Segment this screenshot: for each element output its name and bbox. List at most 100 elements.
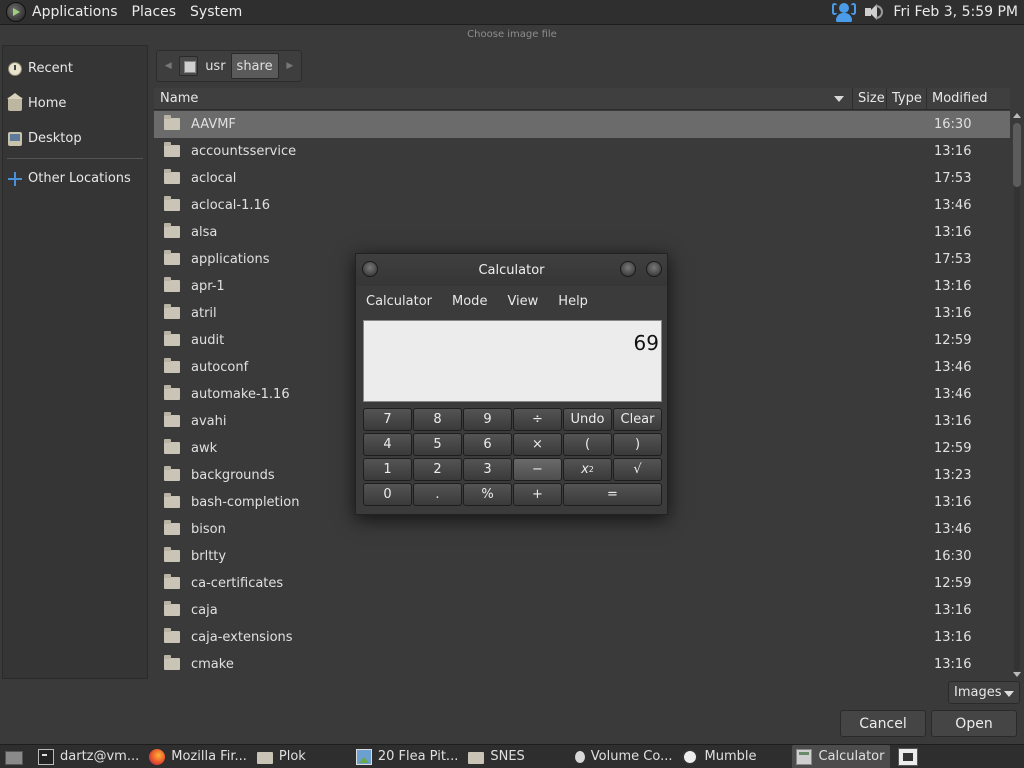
key-power[interactable]: x2 <box>563 458 612 481</box>
sidebar-item-recent[interactable]: Recent <box>3 51 147 86</box>
table-row[interactable]: AAVMF 16:30 <box>154 111 1010 138</box>
sidebar-item-desktop[interactable]: Desktop <box>3 121 147 156</box>
task-plok[interactable]: Plok <box>253 745 312 768</box>
top-panel-tray: Fri Feb 3, 5:59 PM <box>832 1 1024 23</box>
table-row[interactable]: cmake 13:16 <box>154 651 1010 678</box>
table-row[interactable]: ca-certificates 12:59 <box>154 570 1010 597</box>
calculator-window: Calculator Calculator Mode View Help 69 … <box>355 253 668 515</box>
key-square-root[interactable]: √ <box>613 458 662 481</box>
task-image-viewer[interactable]: 20 Flea Pit... <box>352 745 465 768</box>
folder-icon <box>164 493 180 508</box>
file-modified: 13:16 <box>934 657 972 672</box>
mumble-tray-icon[interactable] <box>832 1 857 23</box>
volume-icon[interactable] <box>863 2 884 22</box>
folder-icon <box>164 385 180 400</box>
file-list-scrollbar[interactable] <box>1012 111 1022 679</box>
file-modified: 13:16 <box>934 603 972 618</box>
scrollbar-track[interactable] <box>1014 123 1020 671</box>
table-row[interactable]: accountsservice 13:16 <box>154 138 1010 165</box>
sidebar-item-other-locations[interactable]: Other Locations <box>3 161 147 196</box>
task-label: Volume Co... <box>590 749 673 764</box>
key-3[interactable]: 3 <box>463 458 512 481</box>
task-firefox[interactable]: Mozilla Fir... <box>145 745 253 768</box>
calculator-display[interactable]: 69 <box>363 320 662 402</box>
column-header-type[interactable]: Type <box>886 88 922 110</box>
root-disk-icon[interactable] <box>179 56 199 76</box>
key-add[interactable]: + <box>513 483 562 506</box>
folder-icon <box>164 304 180 319</box>
key-8[interactable]: 8 <box>413 408 462 431</box>
key-percent[interactable]: % <box>463 483 512 506</box>
file-modified: 13:46 <box>934 387 972 402</box>
key-9[interactable]: 9 <box>463 408 512 431</box>
file-filter-dropdown[interactable]: Images <box>948 681 1020 704</box>
column-header-modified[interactable]: Modified <box>926 88 987 110</box>
taskbar: dartz@vm... Mozilla Fir... Plok 20 Flea … <box>0 744 1024 768</box>
table-row[interactable]: alsa 13:16 <box>154 219 1010 246</box>
clock[interactable]: Fri Feb 3, 5:59 PM <box>893 4 1018 20</box>
menu-places[interactable]: Places <box>132 4 177 20</box>
path-segment-share[interactable]: share <box>230 53 279 79</box>
task-mumble[interactable]: Mumble <box>678 745 762 768</box>
key-2[interactable]: 2 <box>413 458 462 481</box>
key-equals[interactable]: = <box>563 483 662 506</box>
key-open-paren[interactable]: ( <box>563 433 612 456</box>
scrollbar-thumb[interactable] <box>1013 123 1021 187</box>
task-snes[interactable]: SNES <box>464 745 530 768</box>
column-header-name[interactable]: Name <box>160 91 198 106</box>
table-row[interactable]: caja 13:16 <box>154 597 1010 624</box>
table-row[interactable]: aclocal-1.16 13:46 <box>154 192 1010 219</box>
menu-system[interactable]: System <box>190 4 242 20</box>
table-row[interactable]: bison 13:46 <box>154 516 1010 543</box>
key-subtract[interactable]: − <box>513 458 562 481</box>
key-1[interactable]: 1 <box>363 458 412 481</box>
calc-menu-view[interactable]: View <box>507 294 538 309</box>
table-row[interactable]: aclocal 17:53 <box>154 165 1010 192</box>
workspace-switcher-icon[interactable] <box>898 747 919 766</box>
task-volume-control[interactable]: Volume Co... <box>571 745 679 768</box>
table-row[interactable]: brltty 16:30 <box>154 543 1010 570</box>
task-calculator[interactable]: Calculator <box>792 744 891 768</box>
file-name: alsa <box>191 225 218 240</box>
path-segment-usr[interactable]: usr <box>200 53 230 79</box>
cancel-button[interactable]: Cancel <box>840 710 926 737</box>
mumble-icon <box>682 748 699 765</box>
volume-control-icon <box>574 750 585 763</box>
table-row[interactable]: caja-extensions 13:16 <box>154 624 1010 651</box>
window-menu-icon[interactable] <box>362 261 378 277</box>
key-decimal[interactable]: . <box>413 483 462 506</box>
task-label: Calculator <box>818 749 885 764</box>
file-modified: 13:16 <box>934 225 972 240</box>
calc-menu-calculator[interactable]: Calculator <box>366 294 432 309</box>
key-5[interactable]: 5 <box>413 433 462 456</box>
menu-applications[interactable]: Applications <box>32 4 118 20</box>
column-header-size[interactable]: Size <box>852 88 885 110</box>
path-scroll-left-icon[interactable]: ◀ <box>157 51 179 81</box>
calculator-titlebar[interactable]: Calculator <box>356 254 667 286</box>
scroll-up-icon[interactable] <box>1013 113 1021 118</box>
show-desktop-icon[interactable] <box>2 746 24 768</box>
calc-menu-mode[interactable]: Mode <box>452 294 487 309</box>
distro-logo-icon[interactable] <box>6 2 26 22</box>
sidebar-item-home[interactable]: Home <box>3 86 147 121</box>
file-modified: 16:30 <box>934 117 972 132</box>
key-clear[interactable]: Clear <box>613 408 662 431</box>
key-multiply[interactable]: × <box>513 433 562 456</box>
minimize-icon[interactable] <box>620 261 636 277</box>
sort-descending-icon[interactable] <box>834 96 844 102</box>
key-undo[interactable]: Undo <box>563 408 612 431</box>
key-4[interactable]: 4 <box>363 433 412 456</box>
path-scroll-right-icon[interactable]: ▶ <box>279 51 301 81</box>
key-7[interactable]: 7 <box>363 408 412 431</box>
open-button[interactable]: Open <box>931 710 1017 737</box>
close-icon[interactable] <box>646 261 662 277</box>
top-menu: Applications Places System <box>0 0 256 25</box>
calc-menu-help[interactable]: Help <box>558 294 588 309</box>
folder-icon <box>164 628 180 643</box>
key-close-paren[interactable]: ) <box>613 433 662 456</box>
key-0[interactable]: 0 <box>363 483 412 506</box>
scroll-down-icon[interactable] <box>1013 672 1021 677</box>
key-divide[interactable]: ÷ <box>513 408 562 431</box>
key-6[interactable]: 6 <box>463 433 512 456</box>
task-terminal[interactable]: dartz@vm... <box>34 745 145 768</box>
